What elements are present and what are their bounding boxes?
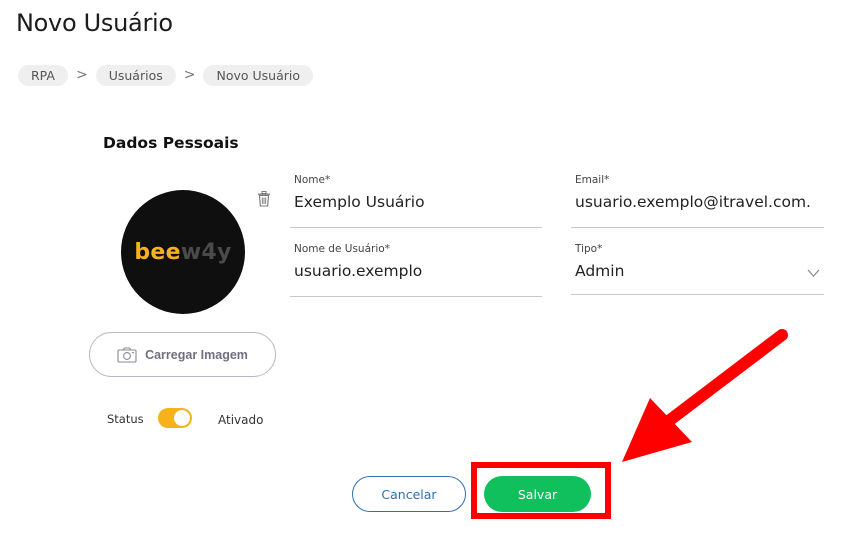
breadcrumb-item-usuarios[interactable]: Usuários [95, 65, 176, 86]
upload-image-label: Carregar Imagem [145, 347, 248, 362]
breadcrumb-item-novo-usuario[interactable]: Novo Usuário [203, 65, 314, 86]
avatar: beew4y [121, 190, 245, 314]
upload-image-button[interactable]: Carregar Imagem [89, 332, 276, 377]
name-field[interactable]: Nome* Exemplo Usuário [290, 174, 542, 228]
email-field[interactable]: Email* usuario.exemplo@itravel.com. [571, 174, 824, 228]
cancel-button[interactable]: Cancelar [352, 476, 466, 512]
email-field-value[interactable]: usuario.exemplo@itravel.com. [575, 193, 824, 211]
toggle-knob [174, 410, 190, 426]
username-field[interactable]: Nome de Usuário* usuario.exemplo [290, 243, 542, 297]
name-field-label: Nome* [294, 174, 331, 186]
username-field-label: Nome de Usuário* [294, 243, 390, 255]
annotation-arrow-icon [622, 329, 788, 462]
breadcrumb-separator: > [75, 67, 88, 83]
avatar-logo: beew4y [134, 240, 231, 265]
logo-text-w4y: w4y [180, 239, 232, 265]
breadcrumb-item-rpa[interactable]: RPA [18, 65, 68, 86]
breadcrumb: RPA > Usuários > Novo Usuário [18, 65, 314, 86]
status-value: Ativado [218, 413, 264, 427]
name-field-value[interactable]: Exemplo Usuário [294, 193, 425, 211]
chevron-down-icon[interactable] [807, 269, 820, 277]
logo-text-bee: bee [134, 239, 181, 265]
tipo-select[interactable]: Tipo* Admin [571, 243, 824, 295]
camera-icon [117, 346, 137, 363]
tipo-select-label: Tipo* [575, 243, 603, 255]
save-button[interactable]: Salvar [484, 476, 591, 512]
username-field-value[interactable]: usuario.exemplo [294, 262, 422, 280]
email-field-label: Email* [575, 174, 610, 186]
section-title: Dados Pessoais [103, 134, 239, 152]
breadcrumb-separator: > [183, 67, 196, 83]
page-title: Novo Usuário [16, 9, 173, 37]
trash-icon[interactable] [257, 191, 271, 207]
status-label: Status [107, 412, 144, 426]
tipo-select-value[interactable]: Admin [575, 262, 624, 280]
status-toggle[interactable] [158, 408, 192, 428]
